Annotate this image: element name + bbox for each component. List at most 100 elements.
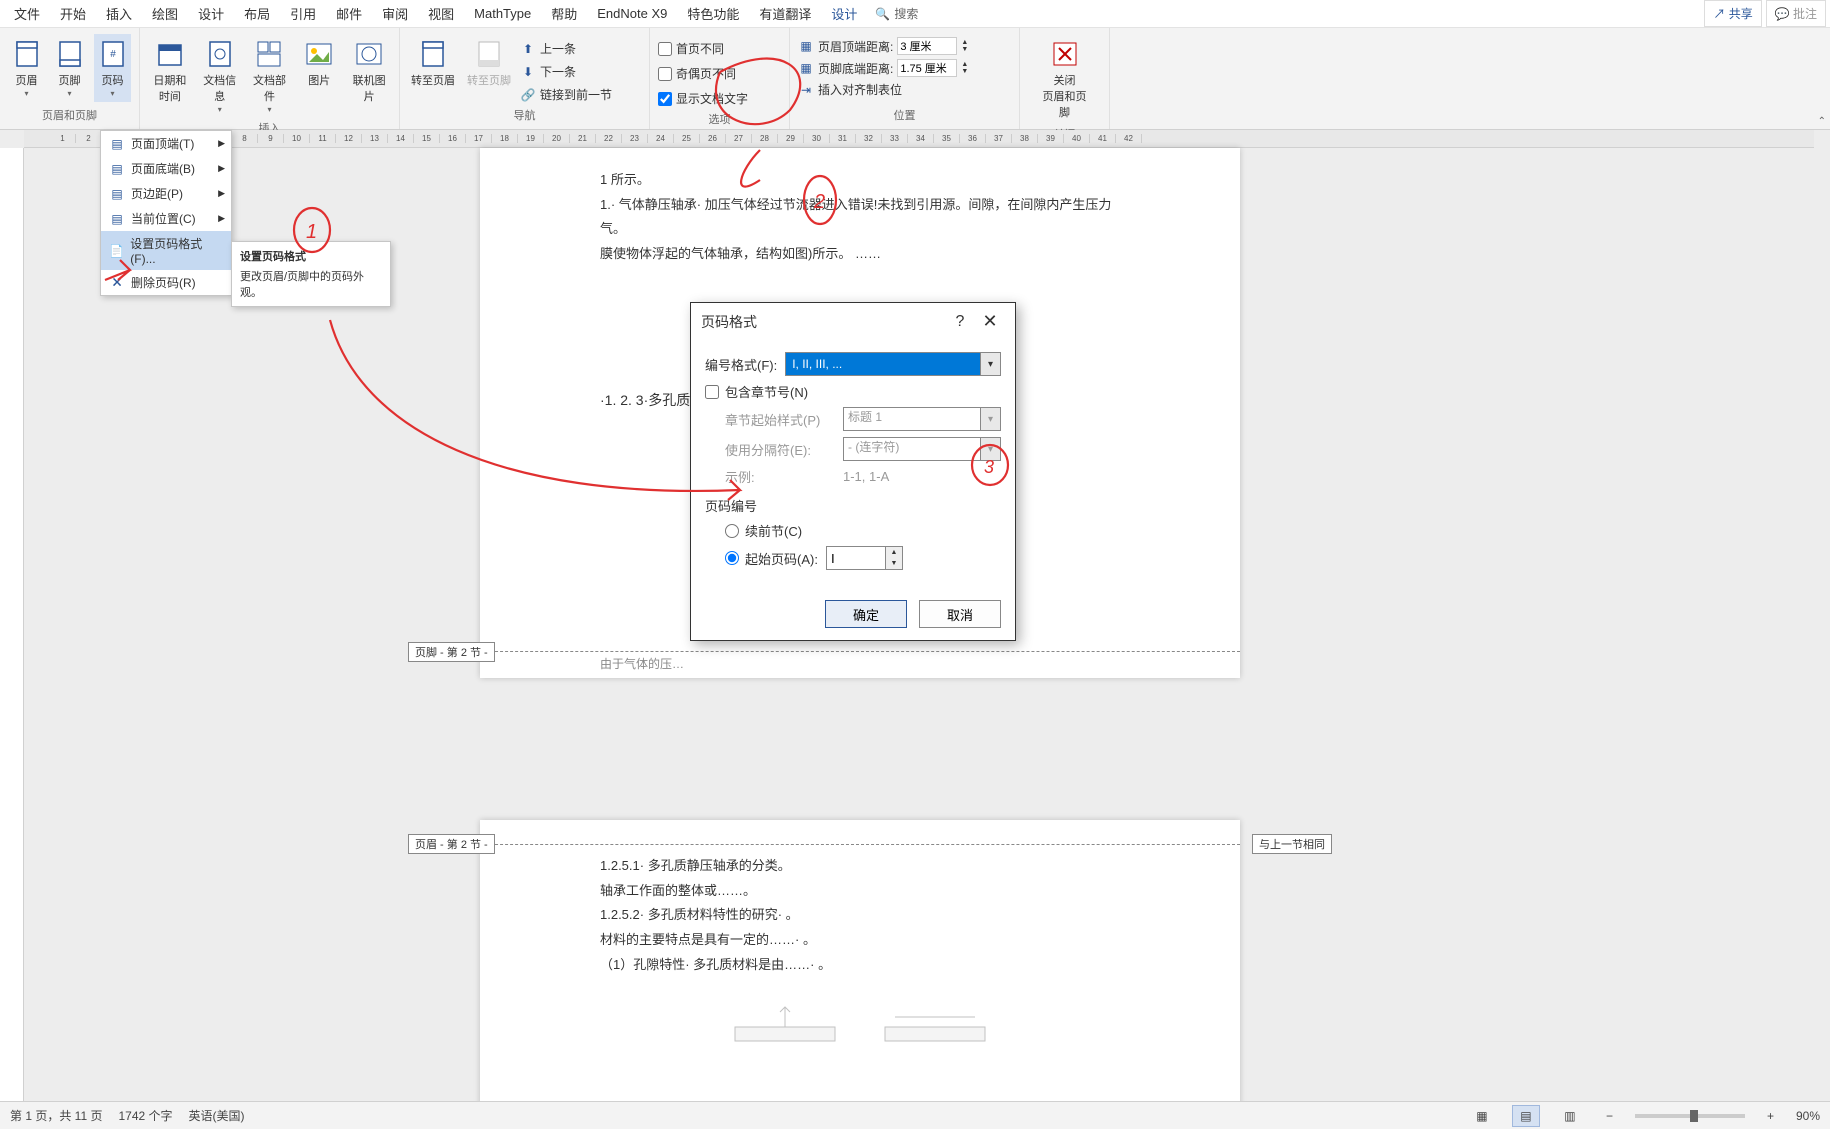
dialog-titlebar[interactable]: 页码格式 ? ✕ — [691, 303, 1015, 340]
dialog-help-button[interactable]: ? — [945, 313, 975, 331]
ok-button[interactable]: 确定 — [825, 600, 907, 628]
picture-button[interactable]: 图片 — [297, 34, 341, 92]
menu-mail[interactable]: 邮件 — [326, 0, 372, 29]
dd-page-top[interactable]: ▤页面顶端(T)▶ — [101, 131, 231, 156]
dd-format-pagenum[interactable]: 📄设置页码格式(F)... — [101, 231, 231, 270]
same-as-prev-tag: 与上一节相同 — [1252, 834, 1332, 854]
pagenumber-button[interactable]: # 页码 ▾ — [94, 34, 131, 102]
close-hf-button[interactable]: 关闭 页眉和页脚 — [1040, 34, 1090, 124]
footer-bottom-distance: ▦ 页脚底端距离: ▲▼ — [798, 58, 968, 78]
datetime-button[interactable]: 日期和时间 — [148, 34, 192, 108]
goto-footer-button[interactable]: 转至页脚 — [464, 34, 514, 92]
spin-up[interactable]: ▲ — [961, 61, 968, 68]
zoom-out[interactable]: − — [1600, 1109, 1619, 1123]
footer-icon — [56, 38, 84, 70]
menu-endnote[interactable]: EndNote X9 — [587, 0, 677, 27]
statusbar: 第 1 页，共 11 页 1742 个字 英语(美国) ▦ ▤ ▥ − + 90… — [0, 1101, 1830, 1129]
close-icon — [1051, 38, 1079, 70]
cb-first-different[interactable]: 首页不同 — [658, 38, 724, 59]
menu-home[interactable]: 开始 — [50, 0, 96, 29]
status-page[interactable]: 第 1 页，共 11 页 — [10, 1107, 102, 1124]
menu-hf-design[interactable]: 设计 — [821, 0, 867, 29]
status-language[interactable]: 英语(美国) — [189, 1107, 245, 1124]
search-box[interactable]: 🔍 搜索 — [867, 5, 926, 22]
svg-text:#: # — [110, 49, 116, 60]
view-web-icon[interactable]: ▥ — [1556, 1105, 1584, 1127]
goto-header-button[interactable]: 转至页眉 — [408, 34, 458, 92]
status-words[interactable]: 1742 个字 — [118, 1107, 172, 1124]
docparts-button[interactable]: 文档部件 ▾ — [248, 34, 292, 118]
view-read-icon[interactable]: ▦ — [1468, 1105, 1496, 1127]
menu-mathtype[interactable]: MathType — [464, 0, 541, 27]
dialog-close-button[interactable]: ✕ — [975, 311, 1005, 332]
comment-button[interactable]: 💬 批注 — [1766, 0, 1826, 27]
zoom-thumb[interactable] — [1690, 1110, 1698, 1122]
cancel-button[interactable]: 取消 — [919, 600, 1001, 628]
chevron-down-icon[interactable]: ▾ — [981, 352, 1001, 376]
page-bottom-icon: ▤ — [109, 161, 125, 177]
dd-page-bottom[interactable]: ▤页面底端(B)▶ — [101, 156, 231, 181]
spin-up[interactable]: ▲ — [886, 547, 902, 558]
spin-down[interactable]: ▼ — [961, 68, 968, 75]
search-icon: 🔍 — [875, 7, 890, 21]
onlinepic-button[interactable]: 联机图片 — [347, 34, 391, 108]
zoom-in[interactable]: + — [1761, 1109, 1780, 1123]
ribbon-group-headerfooter: 页眉 ▾ 页脚 ▾ # 页码 ▾ 页眉和页脚 — [0, 28, 140, 129]
insert-align-tab[interactable]: ⇥ 插入对齐制表位 — [798, 80, 902, 99]
menu-references[interactable]: 引用 — [280, 0, 326, 29]
spin-down[interactable]: ▼ — [961, 46, 968, 53]
dd-current-pos[interactable]: ▤当前位置(C)▶ — [101, 206, 231, 231]
header-top-input[interactable] — [897, 37, 957, 55]
body-text: 轴承工作面的整体或……。 — [600, 879, 1120, 904]
radio-continue[interactable]: 续前节(C) — [725, 521, 802, 540]
footer-button[interactable]: 页脚 ▾ — [51, 34, 88, 102]
separator-combo: - (连字符) ▾ — [843, 437, 1001, 461]
ribbon-collapse[interactable]: ⌃ — [1818, 116, 1826, 127]
menu-layout[interactable]: 布局 — [234, 0, 280, 29]
goto-footer-icon — [475, 38, 503, 70]
menu-view[interactable]: 视图 — [418, 0, 464, 29]
document-page-2[interactable]: 页眉 - 第 2 节 - 与上一节相同 1.2.5.1· 多孔质静压轴承的分类。… — [480, 820, 1240, 1101]
menu-draw[interactable]: 绘图 — [142, 0, 188, 29]
menu-insert[interactable]: 插入 — [96, 0, 142, 29]
header-button[interactable]: 页眉 ▾ — [8, 34, 45, 102]
header-icon — [13, 38, 41, 70]
start-at-input[interactable] — [826, 546, 886, 570]
ribbon: 页眉 ▾ 页脚 ▾ # 页码 ▾ 页眉和页脚 日期和时间 文档信 — [0, 28, 1830, 130]
share-button[interactable]: ↗ 共享 — [1704, 0, 1761, 27]
menu-youdao[interactable]: 有道翻译 — [749, 0, 821, 29]
menu-design[interactable]: 设计 — [188, 0, 234, 29]
dd-tooltip: 设置页码格式 更改页眉/页脚中的页码外观。 — [231, 241, 391, 307]
ruler-bottom-icon: ▦ — [798, 60, 814, 76]
number-format-combo[interactable]: I, II, III, ... ▾ — [785, 352, 1001, 376]
goto-header-icon — [419, 38, 447, 70]
picture-icon — [305, 38, 333, 70]
zoom-slider[interactable] — [1635, 1114, 1745, 1118]
nav-link-prev[interactable]: 🔗链接到前一节 — [520, 84, 612, 105]
spin-down[interactable]: ▼ — [886, 558, 902, 569]
nav-prev[interactable]: ⬆上一条 — [520, 38, 612, 59]
nav-next[interactable]: ⬇下一条 — [520, 61, 612, 82]
view-print-icon[interactable]: ▤ — [1512, 1105, 1540, 1127]
vertical-ruler[interactable] — [0, 148, 24, 1101]
zoom-value[interactable]: 90% — [1796, 1109, 1820, 1123]
menu-file[interactable]: 文件 — [4, 0, 50, 29]
arrow-up-icon: ⬆ — [520, 41, 536, 57]
menu-help[interactable]: 帮助 — [541, 0, 587, 29]
spin-up[interactable]: ▲ — [961, 39, 968, 46]
menu-special[interactable]: 特色功能 — [677, 0, 749, 29]
dd-remove-pagenum[interactable]: 🗙删除页码(R) — [101, 270, 231, 295]
horizontal-ruler[interactable]: 1234567891011121314151617181920212223242… — [24, 130, 1814, 148]
start-at-spinner[interactable]: ▲▼ — [826, 546, 903, 570]
footer-bottom-input[interactable] — [897, 59, 957, 77]
menu-review[interactable]: 审阅 — [372, 0, 418, 29]
dd-page-margin[interactable]: ▤页边距(P)▶ — [101, 181, 231, 206]
chevron-down-icon: ▾ — [110, 90, 114, 98]
cb-include-chapter[interactable]: 包含章节号(N) — [705, 382, 808, 401]
radio-start-at[interactable]: 起始页码(A): — [725, 549, 818, 568]
remove-icon: 🗙 — [109, 275, 125, 291]
cb-odd-even[interactable]: 奇偶页不同 — [658, 63, 736, 84]
cb-show-text[interactable]: 显示文档文字 — [658, 88, 748, 109]
lbl-separator: 使用分隔符(E): — [725, 440, 835, 459]
docinfo-button[interactable]: 文档信息 ▾ — [198, 34, 242, 118]
